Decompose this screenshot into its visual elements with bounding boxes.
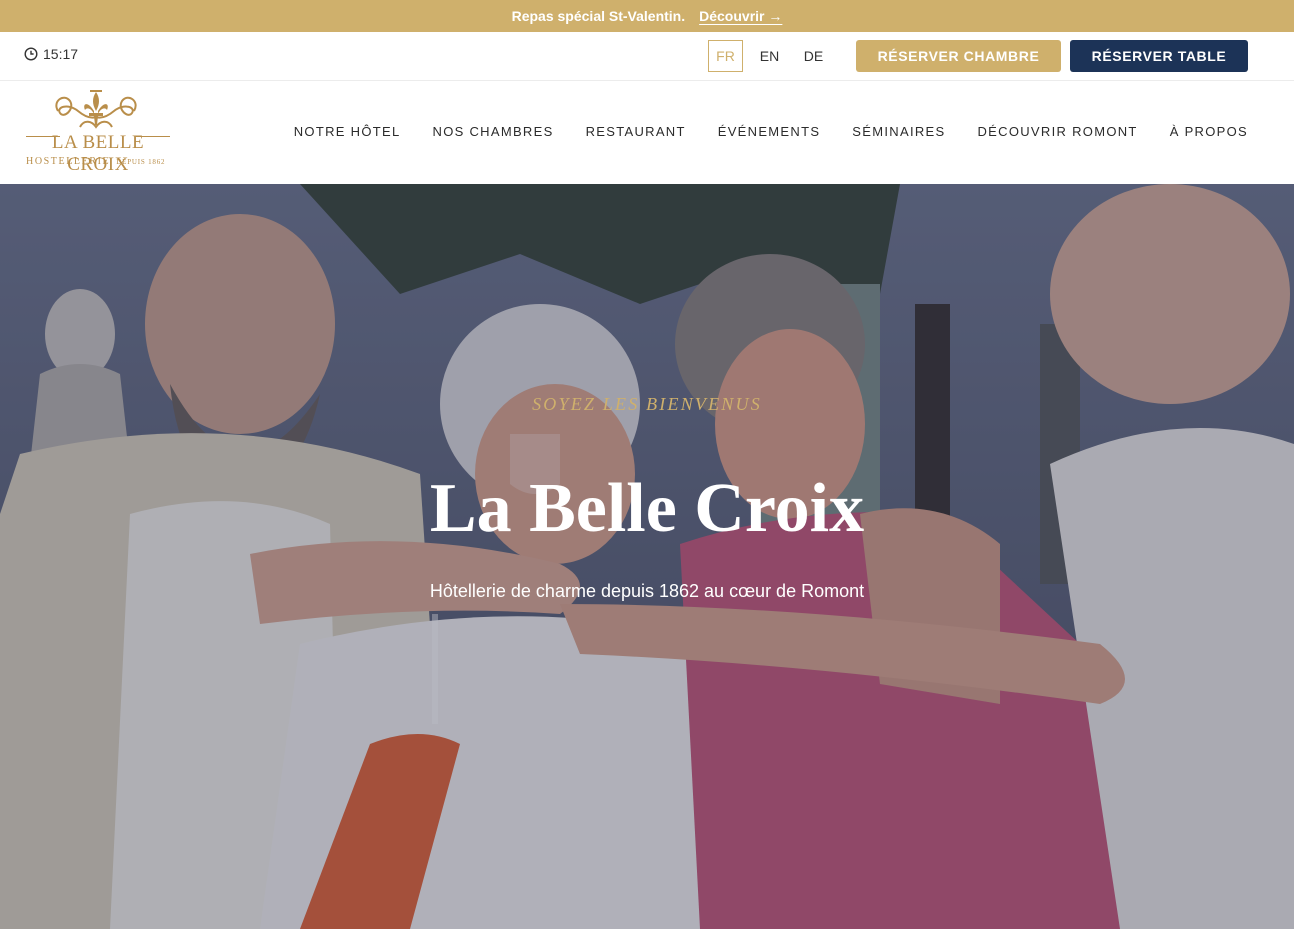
logo-title: LA BELLE CROIX [51,132,145,175]
clock-icon [24,47,38,61]
clock: 15:17 [24,46,78,62]
hero-kicker: SOYEZ LES BIENVENUS [532,394,762,414]
logo-since: DEPUIS 1862 [116,158,166,166]
nav-item-nos-chambres[interactable]: NOS CHAMBRES [433,124,554,139]
nav-item-a-propos[interactable]: À PROPOS [1170,124,1248,139]
hero-overlay [0,184,1294,929]
nav-item-seminaires[interactable]: SÉMINAIRES [852,124,945,139]
utility-bar: 15:17 FR EN DE RÉSERVER CHAMBRE RÉSERVER… [0,32,1294,81]
language-switcher: FR EN DE [708,40,840,72]
hero-title: La Belle Croix [429,470,865,547]
language-en[interactable]: EN [752,40,787,72]
logo-subtitle-text: HOSTELLERIE [26,156,111,167]
site-header: LA BELLE CROIX HOSTELLERIE DEPUIS 1862 N… [0,81,1294,184]
book-room-button[interactable]: RÉSERVER CHAMBRE [856,40,1061,72]
announcement-link[interactable]: Découvrir → [699,8,782,24]
announcement-text: Repas spécial St-Valentin. [511,8,686,24]
announcement-bar: Repas spécial St-Valentin. Découvrir → [0,0,1294,32]
nav-item-notre-hotel[interactable]: NOTRE HÔTEL [294,124,401,139]
fleur-de-lis-emblem-icon [55,90,137,129]
logo[interactable]: LA BELLE CROIX HOSTELLERIE DEPUIS 1862 [24,89,174,175]
nav-item-decouvrir-romont[interactable]: DÉCOUVRIR ROMONT [977,124,1137,139]
clock-time: 15:17 [43,46,79,62]
hero-subtitle: Hôtellerie de charme depuis 1862 au cœur… [429,581,865,601]
language-fr[interactable]: FR [708,40,743,72]
language-de[interactable]: DE [796,40,831,72]
book-table-button[interactable]: RÉSERVER TABLE [1070,40,1248,72]
main-nav: NOTRE HÔTEL NOS CHAMBRES RESTAURANT ÉVÉN… [294,124,1248,139]
nav-item-evenements[interactable]: ÉVÉNEMENTS [718,124,821,139]
logo-subtitle: HOSTELLERIE DEPUIS 1862 [26,156,174,167]
nav-item-restaurant[interactable]: RESTAURANT [586,124,686,139]
hero-section: SOYEZ LES BIENVENUS La Belle Croix Hôtel… [0,184,1294,929]
